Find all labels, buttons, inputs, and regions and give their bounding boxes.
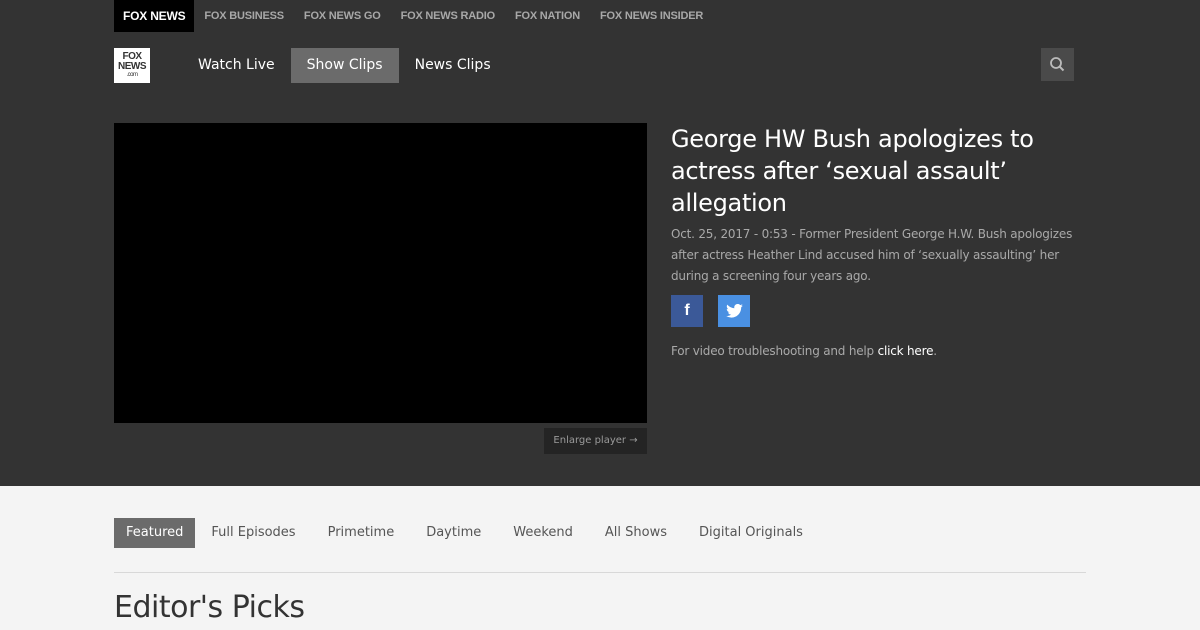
nav-show-clips[interactable]: Show Clips	[290, 48, 399, 83]
video-player[interactable]	[114, 123, 647, 423]
top-section: FOX NEWS FOX BUSINESS FOX NEWS GO FOX NE…	[0, 0, 1200, 486]
section-divider	[114, 572, 1086, 573]
network-link-fox-business[interactable]: FOX BUSINESS	[204, 10, 284, 22]
help-text: For video troubleshooting and help	[671, 344, 874, 358]
enlarge-player-button[interactable]: Enlarge player →	[544, 428, 647, 454]
tab-all-shows[interactable]: All Shows	[589, 518, 683, 548]
video-date: Oct. 25, 2017 - 0:53	[671, 227, 788, 241]
network-link-fox-news-insider[interactable]: FOX NEWS INSIDER	[600, 10, 703, 22]
tab-primetime[interactable]: Primetime	[312, 518, 411, 548]
tab-digital-originals[interactable]: Digital Originals	[683, 518, 819, 548]
editors-picks-title: Editor's Picks	[114, 590, 305, 625]
troubleshooting-help: For video troubleshooting and help click…	[671, 344, 1091, 358]
nav-news-clips[interactable]: News Clips	[399, 48, 507, 83]
logo-line-2: NEWS	[118, 61, 147, 72]
video-description-block: Oct. 25, 2017 - 0:53 - Former President …	[671, 227, 1073, 283]
fox-news-logo[interactable]: FOX NEWS .com	[114, 48, 150, 83]
tab-featured[interactable]: Featured	[114, 518, 196, 548]
network-link-fox-news[interactable]: FOX NEWS	[114, 0, 195, 32]
twitter-share-button[interactable]	[718, 295, 750, 327]
facebook-icon: f	[684, 302, 690, 319]
logo-line-3: .com	[126, 72, 138, 78]
network-link-fox-news-go[interactable]: FOX NEWS GO	[304, 10, 381, 22]
tab-full-episodes[interactable]: Full Episodes	[195, 518, 311, 548]
network-bar: FOX NEWS FOX BUSINESS FOX NEWS GO FOX NE…	[114, 0, 723, 32]
help-link[interactable]: click here	[878, 344, 934, 358]
facebook-share-button[interactable]: f	[671, 295, 703, 327]
video-info: George HW Bush apologizes to actress aft…	[671, 123, 1091, 358]
tab-weekend[interactable]: Weekend	[497, 518, 589, 548]
network-link-fox-news-radio[interactable]: FOX NEWS RADIO	[401, 10, 496, 22]
tab-daytime[interactable]: Daytime	[410, 518, 497, 548]
video-title: George HW Bush apologizes to actress aft…	[671, 125, 1034, 217]
help-suffix: .	[933, 344, 937, 358]
main-nav: Watch Live Show Clips News Clips	[182, 48, 507, 83]
show-tabs: Featured Full Episodes Primetime Daytime…	[114, 518, 819, 548]
social-share: f	[671, 295, 1091, 327]
search-icon	[1050, 57, 1065, 72]
search-button[interactable]	[1041, 48, 1074, 81]
nav-watch-live[interactable]: Watch Live	[182, 48, 291, 83]
twitter-icon	[725, 304, 743, 318]
network-link-fox-nation[interactable]: FOX NATION	[515, 10, 580, 22]
